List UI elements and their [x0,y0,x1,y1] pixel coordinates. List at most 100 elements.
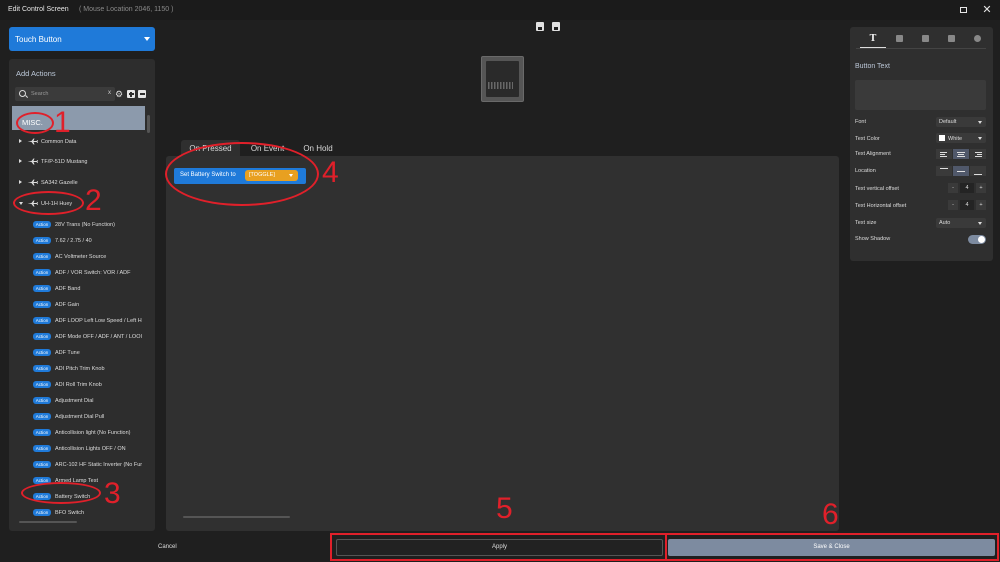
list-item[interactable]: Action Armed Lamp Test [12,474,145,488]
action-label: BFO Switch [55,509,85,516]
list-item[interactable]: Action Battery Switch [12,490,145,504]
location-top-button[interactable] [936,166,952,176]
list-item[interactable]: Action Adjustment Dial [12,394,145,408]
text-icon: T [869,34,877,44]
list-item[interactable]: Action ADF Mode OFF / ADF / ANT / LOOI [12,330,145,344]
horizontal-offset-value[interactable]: 4 [960,200,974,210]
list-item[interactable]: Action Adjustment Dial Pull [12,410,145,424]
button-text-input[interactable] [855,80,986,110]
list-item[interactable]: Action ADF Band [12,282,145,296]
list-item[interactable]: Action ADF Gain [12,298,145,312]
expand-arrow-icon [19,180,22,184]
tree-scrollbar[interactable] [147,115,150,133]
apply-button[interactable]: Apply [336,539,663,556]
gear-icon[interactable]: ⚙ [115,90,123,99]
expand-all-icon[interactable] [127,90,135,98]
action-editor: Set Battery Switch to [TOGGLE] [166,156,839,531]
button-preview[interactable] [481,56,524,102]
picture-icon [921,35,929,42]
tree-category[interactable]: SA342 Gazelle [12,176,145,190]
text-alignment-label: Text Alignment [855,151,891,157]
font-value: Default [939,119,957,125]
search-input[interactable] [31,89,101,99]
horizontal-offset-decrement[interactable]: - [948,200,958,210]
list-item[interactable]: Action ARC-102 HF Static Inverter (No Fur [12,458,145,472]
align-left-button[interactable] [936,149,952,159]
list-item[interactable]: Action BFO Switch [12,506,145,516]
tab-image[interactable] [886,31,912,48]
list-item[interactable]: Action 28V Trans (No Function) [12,218,145,232]
tab-frame[interactable] [938,31,964,48]
search-clear-button[interactable]: x [108,90,111,96]
font-label: Font [855,119,867,125]
action-badge: Action [33,429,51,436]
vertical-offset-label: Text vertical offset [855,186,899,192]
show-shadow-toggle[interactable] [968,235,986,244]
mouse-location: ( Mouse Location 2046, 1150 ) [79,6,174,13]
tree-category[interactable]: Common Data [12,135,145,149]
list-item[interactable]: Action ADI Roll Trim Knob [12,378,145,392]
tab-on-pressed[interactable]: On Pressed [181,140,240,156]
aircraft-icon [27,200,38,207]
tab-advanced[interactable] [964,31,990,48]
list-item[interactable]: Action Anticollision Lights OFF / ON [12,442,145,456]
title-bar: Edit Control Screen ( Mouse Location 204… [0,0,1000,20]
list-item[interactable]: Action 7.62 / 2.75 / 40 [12,234,145,248]
action-label: ADF / VOR Switch: VOR / ADF [55,269,131,276]
copy-icon[interactable] [552,22,560,31]
action-tree: MISC. Common Data TF/P-51D Mustang SA342… [12,106,145,516]
list-item[interactable]: Action ADF Tune [12,346,145,360]
location-bottom-button[interactable] [970,166,986,176]
properties-panel: T Button Text Font Default Text Color Wh… [850,27,993,261]
annotation-number-5: 5 [496,492,513,525]
tree-category-label: SA342 Gazelle [41,179,78,186]
vertical-offset-value[interactable]: 4 [960,183,974,193]
align-right-icon [975,152,982,153]
save-close-button[interactable]: Save & Close [668,539,995,556]
list-item[interactable]: Action ADF LOOP Left Low Speed / Left H [12,314,145,328]
action-value-dropdown[interactable]: [TOGGLE] [245,170,298,181]
action-block[interactable]: Set Battery Switch to [TOGGLE] [174,168,306,184]
tab-on-event[interactable]: On Event [240,140,295,156]
close-button[interactable]: ✕ [981,4,993,16]
action-label: AC Voltmeter Source [55,253,107,260]
align-center-button[interactable] [953,149,969,159]
text-color-dropdown[interactable]: White [936,133,986,143]
list-item[interactable]: Action ADI Pitch Trim Knob [12,362,145,376]
tree-category-huey[interactable]: UH-1H Huey [12,197,145,211]
align-center-icon-line [958,154,964,155]
tree-category[interactable]: TF/P-51D Mustang [12,155,145,169]
align-right-button[interactable] [970,149,986,159]
tree-horizontal-scrollbar[interactable] [19,521,77,523]
cancel-button[interactable]: Cancel [158,544,177,550]
align-left-icon-line [940,156,947,157]
list-item[interactable]: Action Anticollision light (No Function) [12,426,145,440]
vertical-offset-increment[interactable]: + [976,183,986,193]
list-item[interactable]: Action ADF / VOR Switch: VOR / ADF [12,266,145,280]
text-alignment-control [936,149,986,159]
collapse-all-icon[interactable] [138,90,146,98]
action-badge: Action [33,397,51,404]
control-type-dropdown[interactable]: Touch Button [9,27,155,51]
tab-background[interactable] [912,31,938,48]
tab-text[interactable]: T [860,31,886,48]
tab-on-hold[interactable]: On Hold [295,140,341,156]
vertical-offset-decrement[interactable]: - [948,183,958,193]
vertical-offset-stepper: - 4 + [948,183,986,193]
paste-icon[interactable] [536,22,544,31]
maximize-button[interactable] [957,4,969,16]
action-badge: Action [33,269,51,276]
location-middle-button[interactable] [953,166,969,176]
collapse-arrow-icon [19,202,23,205]
action-label: ADF Mode OFF / ADF / ANT / LOOI [55,333,143,340]
list-item[interactable]: Action AC Voltmeter Source [12,250,145,264]
expand-arrow-icon [19,139,22,143]
horizontal-offset-increment[interactable]: + [976,200,986,210]
tree-item-misc[interactable]: MISC. [12,106,145,130]
text-size-label: Text size [855,220,877,226]
text-size-dropdown[interactable]: Auto [936,218,986,228]
align-right-icon-line [977,154,982,155]
action-badge: Action [33,221,51,228]
font-dropdown[interactable]: Default [936,117,986,127]
editor-horizontal-scrollbar[interactable] [183,516,290,518]
